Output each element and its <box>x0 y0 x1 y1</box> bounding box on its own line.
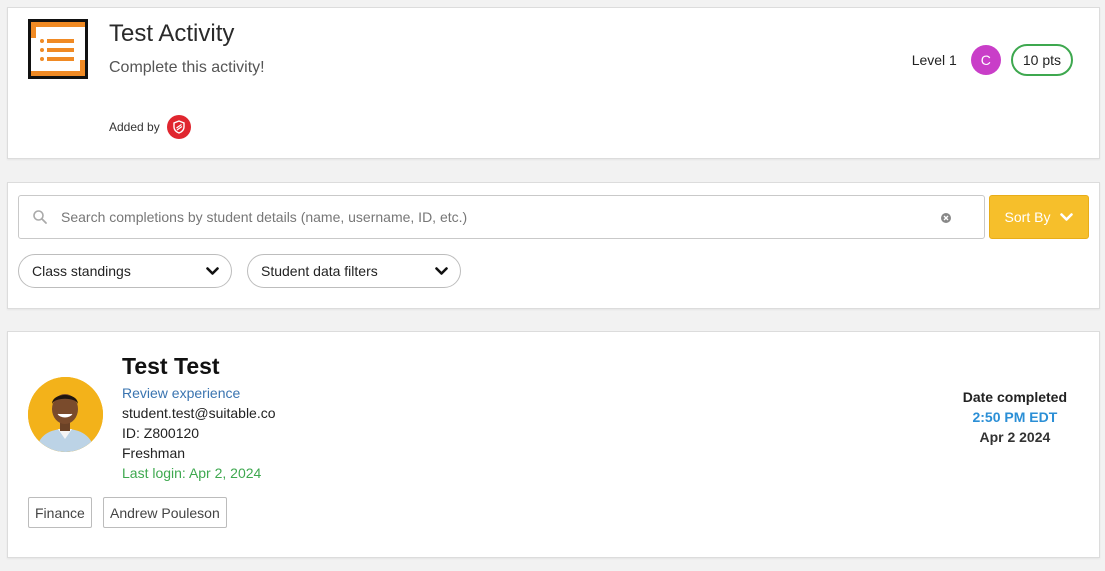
student-data-filters-dropdown[interactable]: Student data filters <box>247 254 461 288</box>
chevron-down-icon <box>206 263 219 279</box>
student-email: student.test@suitable.co <box>122 405 276 421</box>
search-card: Sort By Class standings Student data fil… <box>7 182 1100 309</box>
date-completed: Date completed 2:50 PM EDT Apr 2 2024 <box>963 387 1067 447</box>
chevron-down-icon <box>1060 209 1074 225</box>
clear-search-icon[interactable] <box>940 211 952 223</box>
level-label: Level 1 <box>911 52 957 68</box>
search-icon <box>32 209 48 225</box>
student-name: Test Test <box>122 353 220 379</box>
activity-card: Test Activity Complete this activity! Ad… <box>7 7 1100 159</box>
chevron-down-icon <box>435 263 448 279</box>
class-standings-label: Class standings <box>32 263 131 279</box>
review-experience-link[interactable]: Review experience <box>122 383 276 403</box>
activity-list-icon <box>28 19 88 79</box>
date-completed-time: 2:50 PM EDT <box>972 409 1058 425</box>
tag-finance: Finance <box>28 497 92 528</box>
student-id: ID: Z800120 <box>122 425 200 441</box>
student-data-filters-label: Student data filters <box>261 263 378 279</box>
date-completed-day: Apr 2 2024 <box>979 429 1051 445</box>
student-avatar <box>28 377 103 452</box>
points-badge: 10 pts <box>1010 44 1073 76</box>
activity-meta: Level 1 C 10 pts <box>912 44 1073 76</box>
added-by: Added by <box>109 115 191 139</box>
sort-by-label: Sort By <box>1004 209 1051 225</box>
class-standings-dropdown[interactable]: Class standings <box>18 254 232 288</box>
student-details: Review experience student.test@suitable.… <box>122 383 276 483</box>
search-box <box>18 195 985 239</box>
added-by-label: Added by <box>109 120 160 134</box>
sort-by-button[interactable]: Sort By <box>989 195 1089 239</box>
date-completed-label: Date completed <box>962 389 1067 405</box>
student-standing: Freshman <box>122 445 186 461</box>
creator-avatar[interactable]: C <box>970 45 1001 75</box>
last-login: Last login: Apr 2, 2024 <box>122 465 262 481</box>
activity-title: Test Activity <box>109 20 235 47</box>
completion-card: Test Test Review experience student.test… <box>7 331 1100 558</box>
search-input[interactable] <box>59 197 940 237</box>
activity-subtitle: Complete this activity! <box>109 59 265 76</box>
tag-advisor: Andrew Pouleson <box>103 497 227 528</box>
shield-logo-icon[interactable] <box>166 115 191 139</box>
